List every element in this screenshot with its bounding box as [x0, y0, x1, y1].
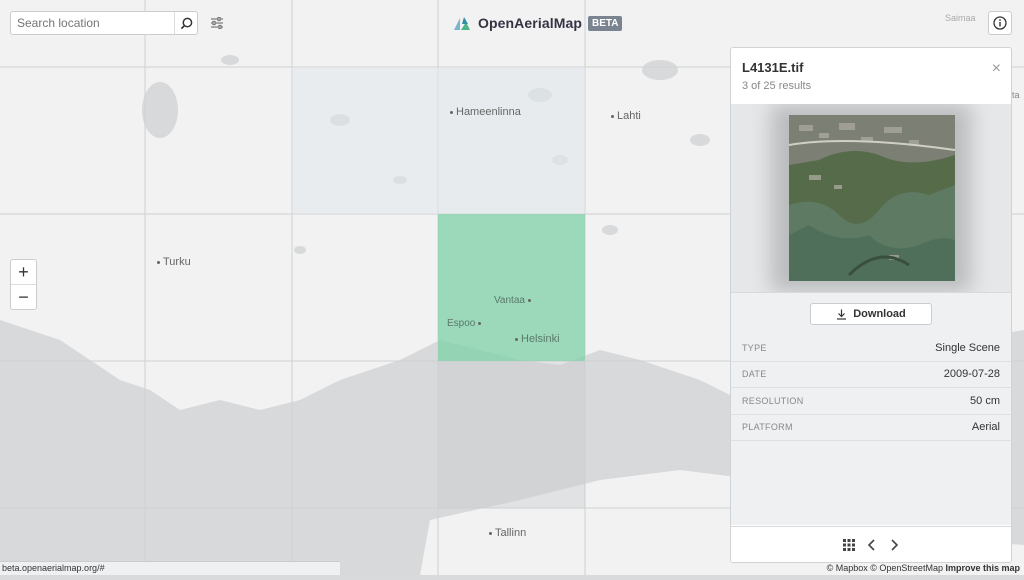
chevron-right-icon[interactable] — [889, 538, 899, 551]
improve-map-link[interactable]: Improve this map — [945, 563, 1020, 573]
sliders-icon — [211, 17, 223, 29]
city-label: Saimaa — [945, 13, 976, 23]
map-attribution: © Mapbox © OpenStreetMap Improve this ma… — [827, 563, 1020, 573]
chevron-left-icon[interactable] — [867, 538, 877, 551]
meta-key: RESOLUTION — [742, 395, 804, 406]
info-icon — [993, 16, 1007, 30]
info-button[interactable] — [988, 11, 1012, 35]
image-preview — [731, 104, 1011, 292]
grid-icon[interactable] — [843, 538, 855, 551]
metadata-table: TYPE Single Scene DATE 2009-07-28 RESOLUTI… — [731, 335, 1011, 525]
filter-button[interactable] — [206, 12, 228, 34]
result-title: L4131E.tif — [742, 60, 804, 75]
meta-value: 50 cm — [970, 394, 1000, 407]
brand[interactable]: OpenAerialMap BETA — [452, 14, 623, 32]
brand-name: OpenAerialMap — [478, 15, 582, 31]
zoom-out-button[interactable]: − — [11, 285, 36, 309]
city-label: Lahti — [611, 110, 641, 122]
city-label: Tallinn — [489, 527, 526, 539]
city-label: ta — [1012, 90, 1020, 100]
meta-value: Aerial — [971, 421, 1000, 434]
download-label: Download — [853, 308, 906, 320]
result-count: 3 of 25 results — [742, 80, 812, 92]
download-button[interactable]: Download — [810, 303, 932, 325]
meta-key: DATE — [742, 369, 767, 380]
close-icon[interactable]: × — [992, 60, 1001, 78]
download-area: Download — [731, 292, 1011, 335]
search-bar — [10, 11, 198, 35]
result-panel: L4131E.tif 3 of 25 results × Download TY… — [730, 47, 1012, 563]
meta-key: TYPE — [742, 342, 767, 353]
zoom-control: + − — [10, 259, 37, 310]
download-icon — [837, 309, 847, 320]
selected-footprint — [438, 214, 585, 361]
metadata-row: TYPE Single Scene — [731, 335, 1011, 362]
aerial-thumbnail[interactable] — [789, 115, 955, 281]
city-label: Helsinki — [515, 333, 560, 345]
search-input[interactable] — [11, 13, 174, 33]
metadata-row: DATE 2009-07-28 — [731, 362, 1011, 388]
meta-key: PLATFORM — [742, 422, 793, 433]
result-pager — [731, 526, 1011, 562]
metadata-row: PLATFORM Aerial — [731, 415, 1011, 441]
search-button[interactable] — [174, 12, 197, 34]
status-url: beta.openaerialmap.org/# — [0, 561, 340, 575]
mapbox-attribution[interactable]: © Mapbox — [827, 563, 868, 573]
city-label: Vantaa — [494, 295, 534, 306]
panel-header: L4131E.tif 3 of 25 results × — [731, 48, 1011, 104]
osm-attribution[interactable]: © OpenStreetMap — [870, 563, 943, 573]
zoom-in-button[interactable]: + — [11, 260, 36, 285]
search-icon — [180, 17, 192, 29]
metadata-row: RESOLUTION 50 cm — [731, 388, 1011, 415]
logo-icon — [454, 17, 470, 30]
beta-badge: BETA — [588, 15, 623, 31]
city-label: Turku — [157, 256, 191, 268]
city-label: Hameenlinna — [450, 106, 521, 118]
meta-value: 2009-07-28 — [943, 368, 1000, 381]
city-label: Espoo — [447, 318, 484, 329]
meta-value: Single Scene — [935, 341, 1000, 354]
